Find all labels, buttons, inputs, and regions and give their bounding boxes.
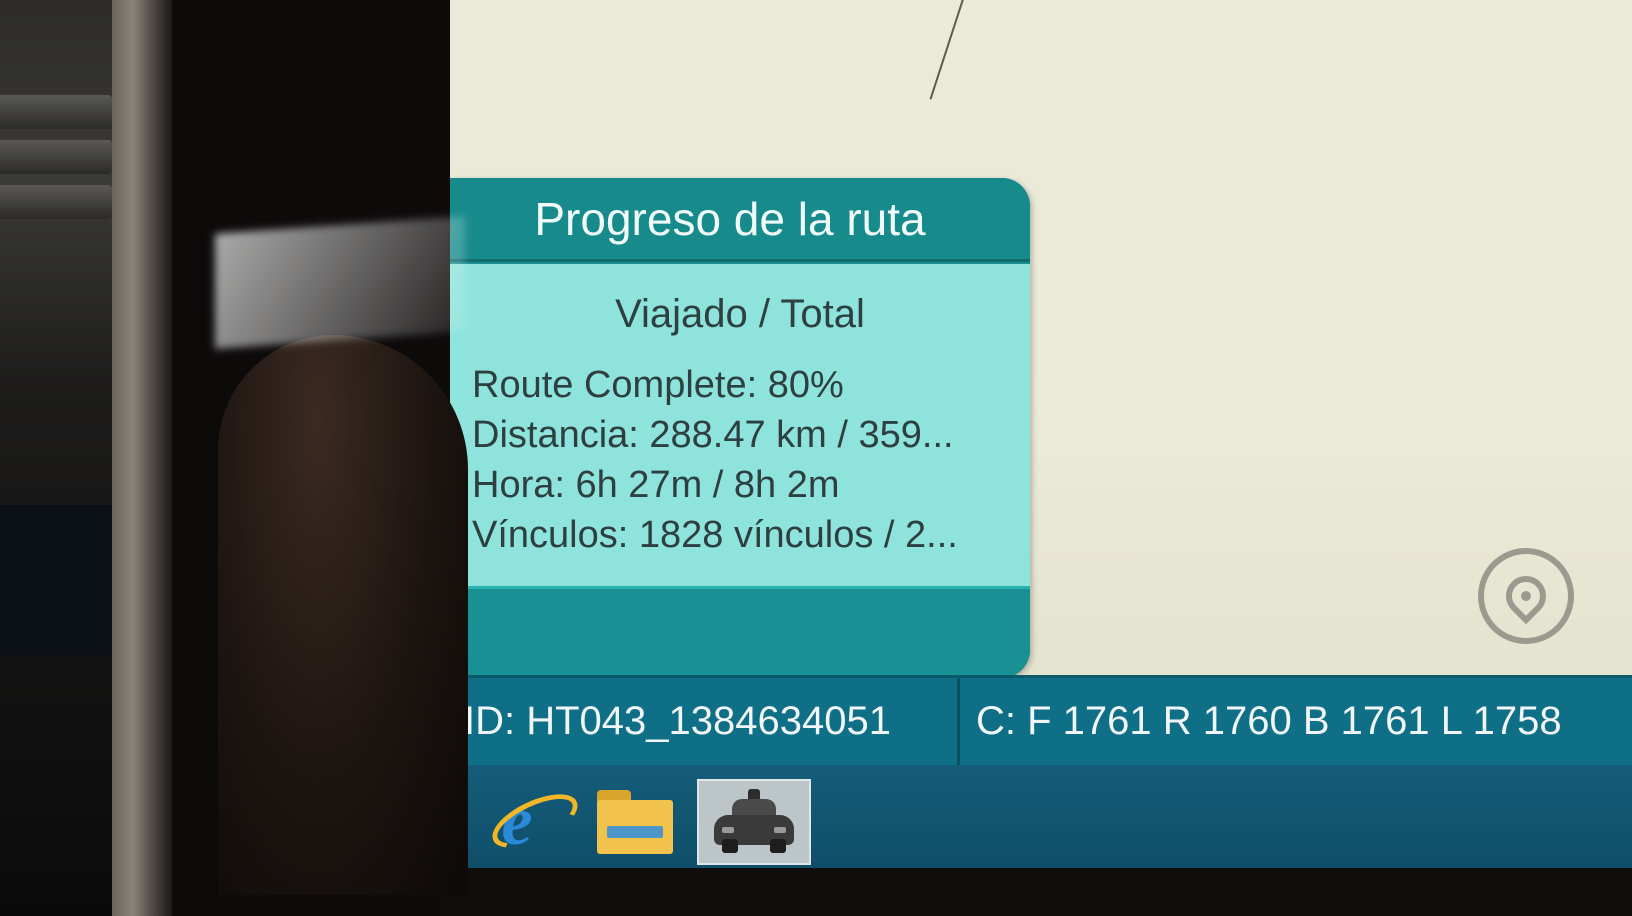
air-vent (0, 185, 112, 219)
car-wheel (722, 839, 738, 853)
ie-ring (485, 783, 586, 859)
laptop-screen: Progreso de la ruta Viajado / Total Rout… (450, 0, 1632, 868)
car-headlight (722, 827, 734, 833)
route-complete-line: Route Complete: 80% (472, 364, 844, 406)
distance-line: Distancia: 288.47 km / 359... (472, 414, 954, 456)
screen-bezel (440, 868, 1632, 916)
air-vent (0, 95, 112, 129)
folder-strip (607, 826, 663, 838)
air-vent (0, 140, 112, 174)
internet-explorer-button[interactable]: e (460, 779, 586, 865)
map-road-line (929, 0, 967, 100)
file-explorer-button[interactable] (578, 779, 692, 865)
time-line: Hora: 6h 27m / 8h 2m (472, 464, 840, 506)
car-wheel (770, 839, 786, 853)
dashboard-display (0, 505, 112, 655)
panel-footer (450, 586, 1030, 676)
mapping-car-app-button[interactable] (697, 779, 811, 865)
panel-body: Viajado / Total Route Complete: 80% Dist… (450, 264, 1030, 586)
car-headlight (774, 827, 786, 833)
panel-subtitle: Viajado / Total (615, 292, 865, 336)
mount-pillar (112, 0, 172, 916)
finger-obstruction (218, 335, 468, 895)
internet-explorer-icon: e (485, 783, 586, 859)
light-glare (215, 216, 465, 349)
panel-title: Progreso de la ruta (450, 178, 1030, 262)
mapping-car-app-icon (714, 789, 794, 855)
links-line: Vínculos: 1828 vínculos / 2... (472, 514, 958, 556)
status-id: ID: HT043_1384634051 (450, 678, 960, 765)
photo-frame: Progreso de la ruta Viajado / Total Rout… (0, 0, 1632, 916)
route-progress-panel: Progreso de la ruta Viajado / Total Rout… (450, 178, 1030, 678)
pin-shape (1497, 567, 1555, 625)
location-pin-icon[interactable] (1478, 548, 1574, 644)
pin-dot (1518, 588, 1534, 604)
status-counts: C: F 1761 R 1760 B 1761 L 1758 (976, 699, 1562, 743)
status-bar: ID: HT043_1384634051 C: F 1761 R 1760 B … (450, 675, 1632, 765)
taskbar: e (450, 765, 1632, 868)
file-explorer-icon (597, 790, 673, 854)
